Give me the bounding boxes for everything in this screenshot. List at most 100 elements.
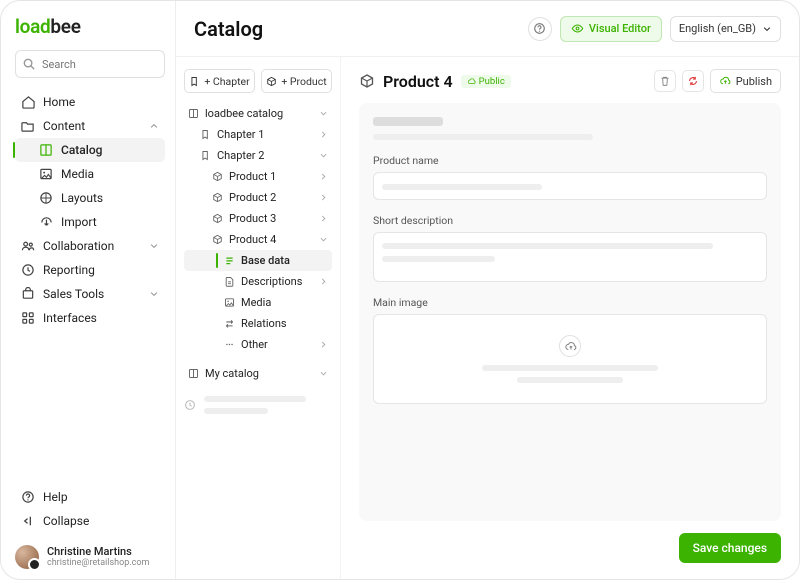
product-name-input[interactable] <box>373 172 767 200</box>
nav-label: Help <box>43 490 68 504</box>
tree-label: Product 4 <box>229 233 276 246</box>
nav-sales-tools[interactable]: Sales Tools <box>15 282 165 306</box>
user-name: Christine Martins <box>47 546 149 558</box>
publish-button[interactable]: Publish <box>710 69 781 93</box>
chevron-right-icon <box>319 193 328 202</box>
chevron-right-icon <box>319 214 328 223</box>
tree-root[interactable]: loadbee catalog <box>184 103 332 124</box>
nav-help[interactable]: Help <box>15 485 165 509</box>
dots-icon <box>224 339 235 350</box>
bookmark-icon <box>189 76 200 87</box>
tree-product3[interactable]: Product 3 <box>184 208 332 229</box>
tree-label: loadbee catalog <box>205 107 283 120</box>
search-input[interactable] <box>15 50 165 78</box>
sidebar: loadbee Home Content Catalog Media <box>1 1 176 579</box>
add-chapter-button[interactable]: + Chapter <box>184 69 255 93</box>
save-changes-button[interactable]: Save changes <box>679 533 781 563</box>
heading-skeleton <box>373 117 767 140</box>
users-icon <box>21 239 35 253</box>
search-icon <box>22 57 36 71</box>
main-image-dropzone[interactable] <box>373 314 767 404</box>
book-icon <box>188 368 199 379</box>
tree-product1[interactable]: Product 1 <box>184 166 332 187</box>
folder-icon <box>21 119 35 133</box>
field-label-product-name: Product name <box>373 154 767 167</box>
chevron-right-icon <box>319 277 328 286</box>
upload-icon <box>559 335 581 357</box>
trash-icon <box>659 75 671 87</box>
short-description-input[interactable] <box>373 232 767 282</box>
nav-home[interactable]: Home <box>15 90 165 114</box>
grid-icon <box>21 311 35 325</box>
clock-icon <box>184 399 196 411</box>
tree-my-catalog[interactable]: My catalog <box>184 363 332 384</box>
chevron-right-icon <box>319 340 328 349</box>
nav-label: Home <box>43 95 75 109</box>
editor-panel: Product 4 Public P <box>341 57 799 579</box>
chevron-down-icon <box>762 24 772 34</box>
tree-media[interactable]: Media <box>184 292 332 313</box>
nav-catalog[interactable]: Catalog <box>15 138 165 162</box>
visual-editor-button[interactable]: Visual Editor <box>560 16 662 42</box>
user-email: christine@retailshop.com <box>47 558 149 568</box>
chevron-down-icon <box>319 369 328 378</box>
nav-label: Import <box>61 215 97 229</box>
upload-icon <box>719 75 731 87</box>
nav-label: Media <box>61 167 94 181</box>
tree-base-data[interactable]: Base data <box>184 250 332 271</box>
image-icon <box>39 167 53 181</box>
import-icon <box>39 215 53 229</box>
chevron-up-icon <box>149 121 159 131</box>
nav-import[interactable]: Import <box>15 210 165 234</box>
bookmark-icon <box>200 150 211 161</box>
nav-media[interactable]: Media <box>15 162 165 186</box>
tree-label: Product 2 <box>229 191 276 204</box>
home-icon <box>21 95 35 109</box>
tree-other[interactable]: Other <box>184 334 332 355</box>
book-icon <box>39 143 53 157</box>
help-icon <box>533 22 546 35</box>
tree-descriptions[interactable]: Descriptions <box>184 271 332 292</box>
tree-label: Base data <box>241 254 290 267</box>
nav-collapse[interactable]: Collapse <box>15 509 165 533</box>
nav-reporting[interactable]: Reporting <box>15 258 165 282</box>
language-selector[interactable]: English (en_GB) <box>670 16 781 42</box>
collapse-icon <box>21 514 35 528</box>
chevron-down-icon <box>319 151 328 160</box>
bookmark-icon <box>200 129 211 140</box>
chevron-down-icon <box>149 241 159 251</box>
globe-icon <box>39 191 53 205</box>
document-icon <box>224 276 235 287</box>
delete-button[interactable] <box>654 70 676 92</box>
nav-label: Collapse <box>43 514 89 528</box>
nav-collaboration[interactable]: Collaboration <box>15 234 165 258</box>
help-button[interactable] <box>528 17 552 41</box>
button-label: Visual Editor <box>589 22 651 35</box>
tree-label: Relations <box>241 317 287 330</box>
tree-chapter2[interactable]: Chapter 2 <box>184 145 332 166</box>
tree-relations[interactable]: Relations <box>184 313 332 334</box>
tree-chapter1[interactable]: Chapter 1 <box>184 124 332 145</box>
nav-label: Interfaces <box>43 311 97 325</box>
nav-layouts[interactable]: Layouts <box>15 186 165 210</box>
add-product-button[interactable]: + Product <box>261 69 332 93</box>
page-title: Catalog <box>194 17 263 41</box>
user-block[interactable]: Christine Martins christine@retailshop.c… <box>15 545 165 569</box>
button-label: + Chapter <box>204 75 249 88</box>
nav-interfaces[interactable]: Interfaces <box>15 306 165 330</box>
image-icon <box>224 297 235 308</box>
tree-product4[interactable]: Product 4 <box>184 229 332 250</box>
tree-product2[interactable]: Product 2 <box>184 187 332 208</box>
nav-label: Reporting <box>43 263 95 277</box>
nav-label: Layouts <box>61 191 103 205</box>
cube-icon <box>212 213 223 224</box>
tree-label: Product 1 <box>229 170 276 183</box>
nav-content[interactable]: Content <box>15 114 165 138</box>
button-label: Publish <box>736 75 772 88</box>
refresh-button[interactable] <box>682 70 704 92</box>
tree-label: My catalog <box>205 367 259 380</box>
book-icon <box>188 108 199 119</box>
tree-recent <box>184 396 332 414</box>
nav-label: Content <box>43 119 85 133</box>
avatar <box>15 545 39 569</box>
